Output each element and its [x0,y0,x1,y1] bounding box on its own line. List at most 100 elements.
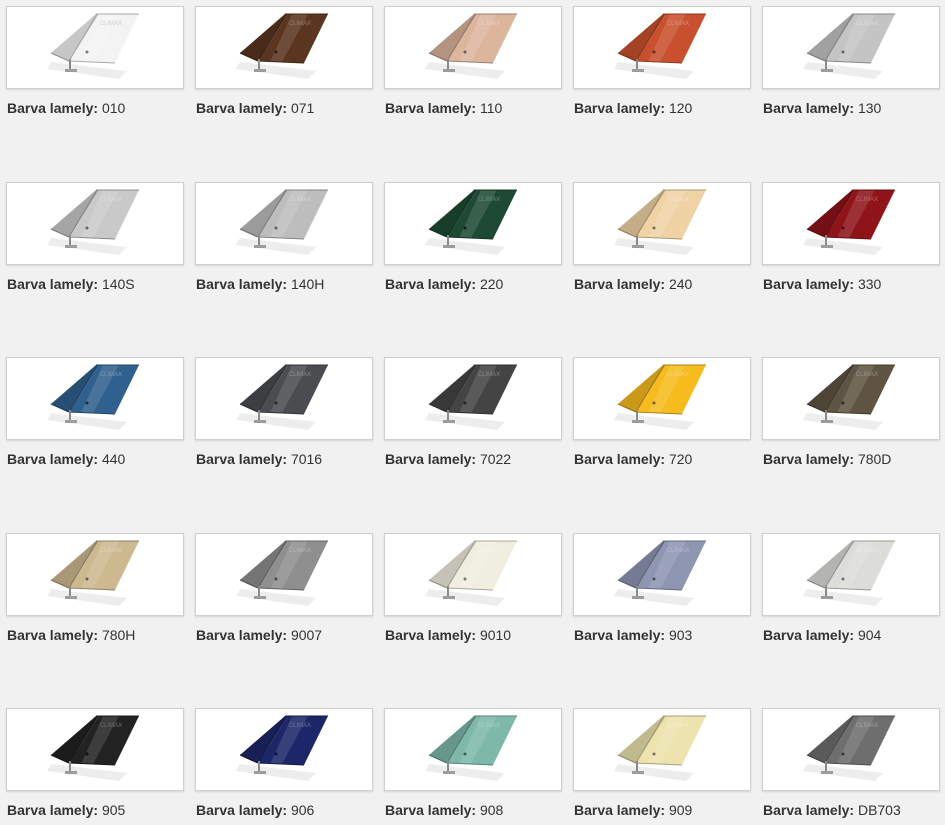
swatch-caption: Barva lamely: 330 [763,276,881,292]
lamella-thumbnail[interactable]: CLIMAX [573,533,751,616]
caption-code: 9010 [476,627,512,643]
caption-label: Barva lamely: [763,451,855,467]
lamella-profile-image: CLIMAX [236,13,328,79]
swatch-item-120[interactable]: CLIMAX Barva lamely: 120 [573,6,751,116]
swatch-caption: Barva lamely: 220 [385,276,503,292]
lamella-profile-image: CLIMAX [803,364,895,430]
caption-label: Barva lamely: [574,627,666,643]
swatch-caption: Barva lamely: 440 [7,451,125,467]
caption-code: 071 [287,100,315,116]
lamella-thumbnail[interactable]: CLIMAX [762,6,940,89]
caption-label: Barva lamely: [574,802,666,818]
lamella-thumbnail[interactable]: CLIMAX [573,182,751,265]
swatch-caption: Barva lamely: 9010 [385,627,511,643]
swatch-item-780h[interactable]: CLIMAX Barva lamely: 780H [6,533,184,643]
swatch-item-909[interactable]: CLIMAX Barva lamely: 909 [573,708,751,818]
brand-logo: CLIMAX [667,723,689,729]
lamella-thumbnail[interactable]: CLIMAX [384,6,562,89]
lamella-thumbnail[interactable]: CLIMAX [762,708,940,791]
swatch-caption: Barva lamely: 120 [574,100,692,116]
swatch-item-240[interactable]: CLIMAX Barva lamely: 240 [573,182,751,292]
lamella-thumbnail[interactable]: CLIMAX [573,708,751,791]
lamella-profile-image: CLIMAX [803,189,895,255]
caption-code: 240 [665,276,693,292]
caption-code: 330 [854,276,882,292]
brand-logo: CLIMAX [478,21,500,27]
swatch-item-7016[interactable]: CLIMAX Barva lamely: 7016 [195,357,373,467]
lamella-thumbnail[interactable]: CLIMAX [195,357,373,440]
swatch-item-440[interactable]: CLIMAX Barva lamely: 440 [6,357,184,467]
lamella-thumbnail[interactable]: CLIMAX [6,708,184,791]
caption-code: 7016 [287,451,323,467]
brand-logo: CLIMAX [667,548,689,554]
lamella-thumbnail[interactable]: CLIMAX [195,6,373,89]
swatch-caption: Barva lamely: 9007 [196,627,322,643]
brand-logo: CLIMAX [478,548,500,554]
swatch-caption: Barva lamely: 240 [574,276,692,292]
lamella-thumbnail[interactable]: CLIMAX [6,6,184,89]
lamella-profile-image: CLIMAX [47,13,139,79]
swatch-item-140h[interactable]: CLIMAX Barva lamely: 140H [195,182,373,292]
lamella-profile-image: CLIMAX [236,189,328,255]
lamella-profile-image: CLIMAX [803,715,895,781]
caption-code: 010 [98,100,126,116]
lamella-profile-image: CLIMAX [425,189,517,255]
swatch-item-010[interactable]: CLIMAX Barva lamely: 010 [6,6,184,116]
swatch-item-780d[interactable]: CLIMAX Barva lamely: 780D [762,357,940,467]
brand-logo: CLIMAX [478,197,500,203]
swatch-item-330[interactable]: CLIMAX Barva lamely: 330 [762,182,940,292]
lamella-thumbnail[interactable]: CLIMAX [384,533,562,616]
swatch-caption: Barva lamely: 071 [196,100,314,116]
brand-logo: CLIMAX [289,548,311,554]
lamella-thumbnail[interactable]: CLIMAX [195,182,373,265]
brand-logo: CLIMAX [100,197,122,203]
caption-label: Barva lamely: [7,802,99,818]
lamella-thumbnail[interactable]: CLIMAX [762,533,940,616]
lamella-thumbnail[interactable]: CLIMAX [195,533,373,616]
brand-logo: CLIMAX [289,372,311,378]
brand-logo: CLIMAX [667,21,689,27]
swatch-item-720[interactable]: CLIMAX Barva lamely: 720 [573,357,751,467]
lamella-thumbnail[interactable]: CLIMAX [384,357,562,440]
swatch-item-071[interactable]: CLIMAX Barva lamely: 071 [195,6,373,116]
swatch-item-140s[interactable]: CLIMAX Barva lamely: 140S [6,182,184,292]
swatch-item-130[interactable]: CLIMAX Barva lamely: 130 [762,6,940,116]
caption-label: Barva lamely: [763,100,855,116]
swatch-item-9007[interactable]: CLIMAX Barva lamely: 9007 [195,533,373,643]
swatch-item-9010[interactable]: CLIMAX Barva lamely: 9010 [384,533,562,643]
swatch-item-908[interactable]: CLIMAX Barva lamely: 908 [384,708,562,818]
swatch-item-7022[interactable]: CLIMAX Barva lamely: 7022 [384,357,562,467]
lamella-thumbnail[interactable]: CLIMAX [6,182,184,265]
lamella-thumbnail[interactable]: CLIMAX [762,182,940,265]
swatch-item-db703[interactable]: CLIMAX Barva lamely: DB703 [762,708,940,818]
swatch-item-904[interactable]: CLIMAX Barva lamely: 904 [762,533,940,643]
lamella-thumbnail[interactable]: CLIMAX [762,357,940,440]
lamella-profile-image: CLIMAX [803,13,895,79]
lamella-thumbnail[interactable]: CLIMAX [384,182,562,265]
caption-code: 120 [665,100,693,116]
swatch-item-220[interactable]: CLIMAX Barva lamely: 220 [384,182,562,292]
caption-label: Barva lamely: [196,100,288,116]
lamella-profile-image: CLIMAX [236,540,328,606]
caption-label: Barva lamely: [763,802,855,818]
caption-label: Barva lamely: [574,276,666,292]
swatch-item-905[interactable]: CLIMAX Barva lamely: 905 [6,708,184,818]
caption-code: 130 [854,100,882,116]
lamella-profile-image: CLIMAX [47,715,139,781]
lamella-thumbnail[interactable]: CLIMAX [384,708,562,791]
brand-logo: CLIMAX [856,723,878,729]
swatch-item-906[interactable]: CLIMAX Barva lamely: 906 [195,708,373,818]
lamella-profile-image: CLIMAX [803,540,895,606]
swatch-caption: Barva lamely: 130 [763,100,881,116]
lamella-thumbnail[interactable]: CLIMAX [573,6,751,89]
lamella-thumbnail[interactable]: CLIMAX [6,357,184,440]
swatch-caption: Barva lamely: 110 [385,100,502,116]
swatch-item-903[interactable]: CLIMAX Barva lamely: 903 [573,533,751,643]
lamella-thumbnail[interactable]: CLIMAX [573,357,751,440]
caption-code: 220 [476,276,504,292]
swatch-item-110[interactable]: CLIMAX Barva lamely: 110 [384,6,562,116]
lamella-thumbnail[interactable]: CLIMAX [195,708,373,791]
caption-label: Barva lamely: [7,627,99,643]
caption-code: 909 [665,802,693,818]
lamella-thumbnail[interactable]: CLIMAX [6,533,184,616]
